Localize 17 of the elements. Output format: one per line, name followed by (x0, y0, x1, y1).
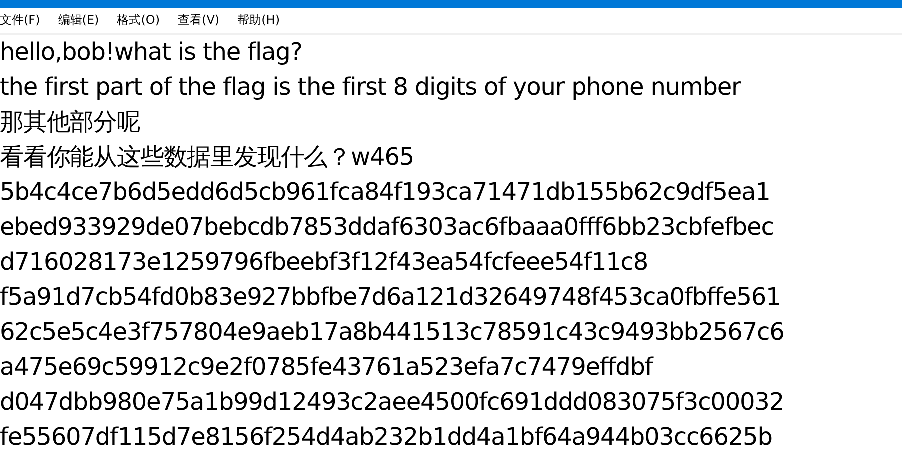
menu-item[interactable]: 编辑(E) (58, 12, 114, 29)
text-line: 5b4c4ce7b6d5edd6d5cb961fca84f193ca71471db155b62c9df5ea1 (0, 177, 770, 208)
text-line: d047dbb980e75a1b99d12493c2aee4500fc691ddd083075f3c00032 (0, 387, 784, 418)
menu-item[interactable]: 查看(V) (178, 12, 234, 29)
text-line: 那其他部分呢 (0, 107, 140, 138)
text-line: the first part of the flag is the first 8 digits of your phone number (0, 72, 741, 103)
text-line: 看看你能从这些数据里发现什么？w465 (0, 142, 414, 173)
text-line: 62c5e5c4e3f757804e9aeb17a8b441513c78591c43c9493bb2567c6 (0, 317, 784, 348)
text-line: hello,bob!what is the flag? (0, 37, 302, 68)
menu-item[interactable]: 文件(F) (0, 12, 54, 29)
text-line: fe55607df115d7e8156f254d4ab232b1dd4a1bf64a944b03cc6625b (0, 422, 772, 453)
text-line: d716028173e1259796fbeebf3f12f43ea54fcfeee54f11c8 (0, 247, 648, 278)
text-line: ebed933929de07bebcdb7853ddaf6303ac6fbaaa0fff6bb23cbfefbec (0, 212, 774, 243)
text-line: f5a91d7cb54fd0b83e927bbfbe7d6a121d32649748f453ca0fbffe561 (0, 282, 781, 313)
menu-item[interactable]: 帮助(H) (238, 12, 294, 29)
menu-item[interactable]: 格式(O) (117, 12, 174, 29)
text-line: a475e69c59912c9e2f0785fe43761a523efa7c7479effdbf (0, 352, 653, 383)
